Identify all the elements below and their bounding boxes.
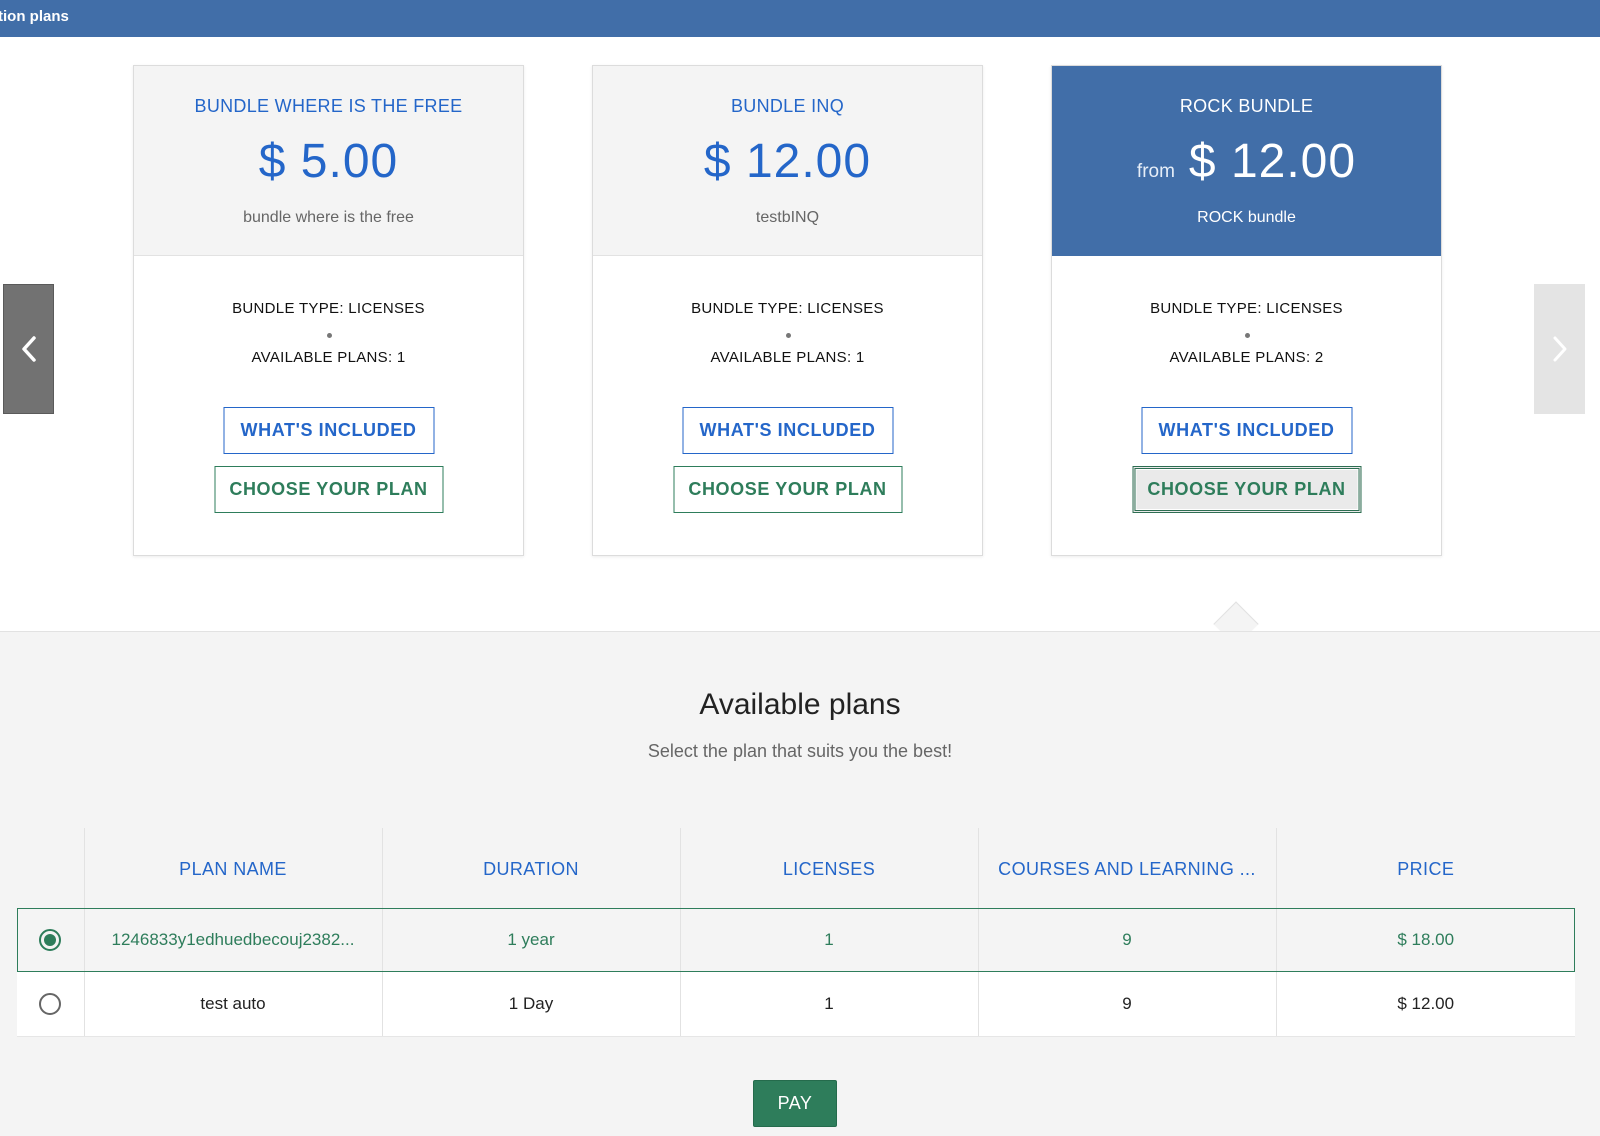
bundle-type: BUNDLE TYPE: LICENSES (1150, 300, 1343, 317)
select-cell[interactable] (17, 972, 84, 1037)
column-header-price[interactable]: PRICE (1275, 828, 1575, 908)
select-column-header (17, 828, 84, 908)
chevron-left-icon (21, 336, 36, 362)
bundle-description: bundle where is the free (243, 209, 414, 226)
price-prefix: from (1136, 161, 1175, 182)
bundle-price-row: $ 12.00 (593, 134, 982, 189)
bundle-description: ROCK bundle (1197, 209, 1296, 226)
plan-radio[interactable] (39, 992, 62, 1015)
bundle-price-row: $ 5.00 (134, 134, 523, 189)
section-subtitle: Select the plan that suits you the best! (647, 741, 953, 761)
bundle-title: BUNDLE WHERE IS THE FREE (194, 96, 463, 116)
price-cell: $ 18.00 (1275, 908, 1575, 972)
bundle-price: $ 12.00 (1188, 135, 1357, 188)
chevron-right-icon (1553, 336, 1566, 362)
bundle-card-body: BUNDLE TYPE: LICENSES AVAILABLE PLANS: 2… (1052, 256, 1441, 556)
bundle-available-plans: AVAILABLE PLANS: 1 (251, 349, 406, 366)
separator-dot (1244, 333, 1250, 338)
bundle-card-header: BUNDLE WHERE IS THE FREE $ 5.00 bundle w… (134, 66, 523, 256)
licenses-cell: 1 (679, 908, 978, 972)
whats-included-button[interactable]: WHAT'S INCLUDED (223, 407, 434, 454)
duration-cell: 1 Day (381, 972, 680, 1037)
bundle-available-plans: AVAILABLE PLANS: 1 (710, 349, 865, 366)
courses-cell: 9 (977, 972, 1276, 1037)
page-title: tion plans (0, 8, 69, 25)
carousel-prev-button[interactable] (3, 284, 54, 414)
licenses-cell: 1 (679, 972, 978, 1037)
plans-table: PLAN NAME DURATION LICENSES COURSES AND … (17, 828, 1575, 1037)
whats-included-button[interactable]: WHAT'S INCLUDED (1141, 407, 1352, 454)
courses-cell: 9 (977, 908, 1276, 972)
plan-name-cell: test auto (83, 972, 382, 1037)
bundle-card: BUNDLE WHERE IS THE FREE $ 5.00 bundle w… (133, 65, 524, 556)
plan-name-cell: 1246833y1edhuedbecouj2382... (83, 908, 382, 972)
bundle-available-plans: AVAILABLE PLANS: 2 (1169, 349, 1324, 366)
bundle-price-row: from $ 12.00 (1052, 134, 1441, 189)
bundle-type: BUNDLE TYPE: LICENSES (691, 300, 884, 317)
whats-included-button[interactable]: WHAT'S INCLUDED (682, 407, 893, 454)
choose-your-plan-button[interactable]: CHOOSE YOUR PLAN (1132, 466, 1361, 513)
bundle-description: testbINQ (755, 209, 820, 226)
separator-dot (785, 333, 791, 338)
bundle-card: BUNDLE INQ $ 12.00 testbINQ BUNDLE TYPE:… (592, 65, 983, 556)
bundle-title: BUNDLE INQ (730, 96, 845, 116)
bundle-card-body: BUNDLE TYPE: LICENSES AVAILABLE PLANS: 1… (593, 256, 982, 556)
separator-dot (326, 333, 332, 338)
choose-your-plan-button[interactable]: CHOOSE YOUR PLAN (673, 466, 902, 513)
price-cell: $ 12.00 (1275, 972, 1575, 1037)
plan-radio-selected[interactable] (39, 929, 62, 951)
duration-cell: 1 year (381, 908, 680, 972)
choose-your-plan-button[interactable]: CHOOSE YOUR PLAN (214, 466, 443, 513)
select-cell[interactable] (17, 908, 84, 972)
bundle-type: BUNDLE TYPE: LICENSES (232, 300, 425, 317)
bundle-card-body: BUNDLE TYPE: LICENSES AVAILABLE PLANS: 1… (134, 256, 523, 556)
bundle-card-header: BUNDLE INQ $ 12.00 testbINQ (593, 66, 982, 256)
table-row[interactable]: test auto 1 Day 1 9 $ 12.00 (17, 972, 1575, 1037)
table-row[interactable]: 1246833y1edhuedbecouj2382... 1 year 1 9 … (17, 908, 1575, 972)
top-bar: tion plans (0, 0, 1600, 37)
bundle-price: $ 5.00 (258, 135, 399, 188)
carousel-next-button[interactable] (1534, 284, 1585, 414)
bundle-card-header: ROCK BUNDLE from $ 12.00 ROCK bundle (1052, 66, 1441, 256)
bundle-title: ROCK BUNDLE (1179, 96, 1314, 116)
pay-button[interactable]: PAY (753, 1080, 837, 1127)
column-header-duration[interactable]: DURATION (381, 828, 680, 908)
bundle-card-selected: ROCK BUNDLE from $ 12.00 ROCK bundle BUN… (1051, 65, 1442, 556)
column-header-courses[interactable]: COURSES AND LEARNING ... (977, 828, 1276, 908)
column-header-plan-name[interactable]: PLAN NAME (83, 828, 382, 908)
table-header-row: PLAN NAME DURATION LICENSES COURSES AND … (17, 828, 1575, 908)
bundle-price: $ 12.00 (703, 135, 872, 188)
available-plans-section: Available plans Select the plan that sui… (0, 631, 1600, 1136)
column-header-licenses[interactable]: LICENSES (679, 828, 978, 908)
section-title: Available plans (699, 688, 901, 721)
